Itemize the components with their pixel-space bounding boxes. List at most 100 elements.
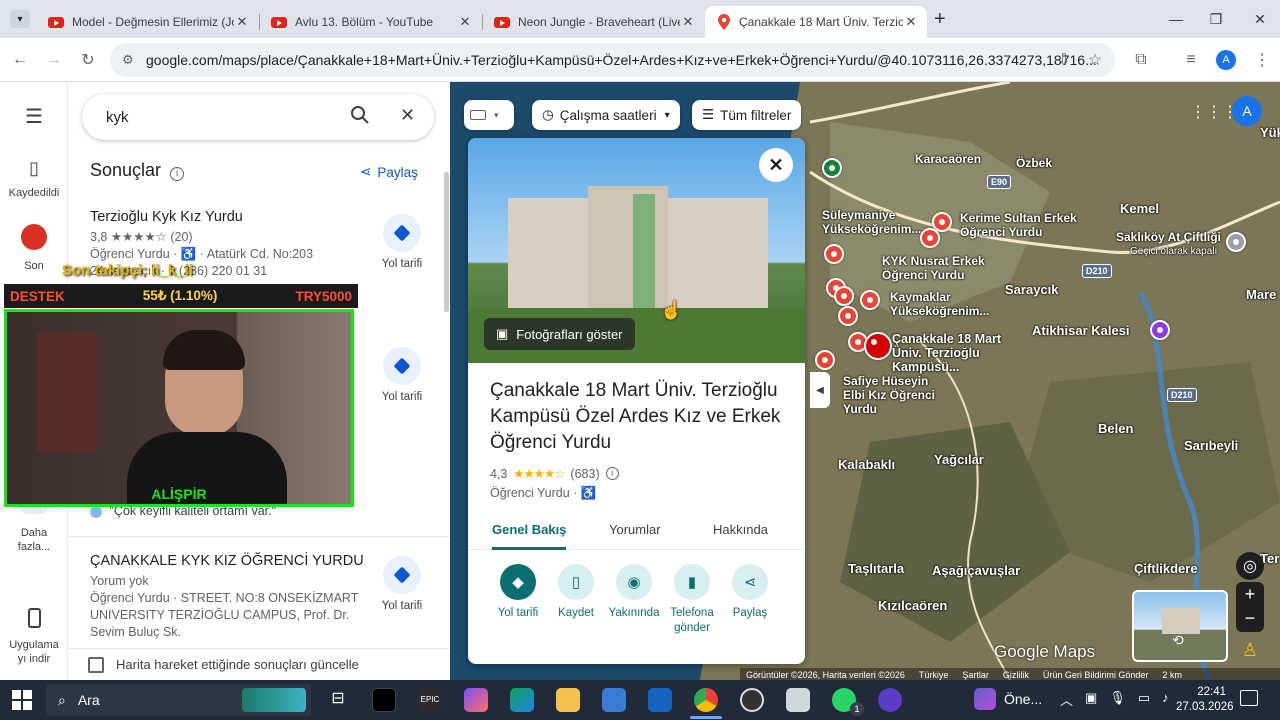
restore-icon[interactable]: ❐ xyxy=(1194,0,1238,38)
site-info-icon[interactable]: ⚙ xyxy=(122,52,134,68)
volume-icon[interactable]: ♪ xyxy=(1162,690,1169,709)
share-results-button[interactable]: ⋖ Paylaş xyxy=(360,164,418,180)
copilot-icon[interactable] xyxy=(464,688,488,712)
zoom-in-icon[interactable]: + xyxy=(1236,582,1264,606)
tray-app-icon[interactable]: ▣ xyxy=(1085,690,1097,709)
search-input[interactable]: kyk xyxy=(106,109,129,126)
taskbar-search[interactable]: ⌕ Ara xyxy=(46,684,311,716)
street-view-thumbnail[interactable]: ⟲ xyxy=(1132,590,1228,662)
menu-dots-icon[interactable]: ⋮ xyxy=(1252,50,1272,70)
hours-filter-chip[interactable]: ◷ Çalışma saatleri ▾ xyxy=(532,100,680,130)
map-layer-toggle[interactable]: ▾ xyxy=(464,100,514,130)
scale-label[interactable]: 2 km xyxy=(1162,670,1182,680)
search-icon[interactable] xyxy=(350,105,370,125)
park-pin[interactable] xyxy=(822,158,842,178)
tab-google-maps[interactable]: Çanakkale 18 Mart Üniv. Terziog ✕ xyxy=(705,6,927,38)
discord-like-icon[interactable] xyxy=(878,688,902,712)
close-window-icon[interactable]: ✕ xyxy=(1238,0,1280,38)
terms-link[interactable]: Şartlar xyxy=(962,670,989,680)
notification-icon[interactable] xyxy=(1240,690,1258,706)
map-region[interactable]: Türkiye xyxy=(919,670,949,680)
privacy-link[interactable]: Gizlilik xyxy=(1003,670,1029,680)
address-bar[interactable]: ⚙ google.com/maps/place/Çanakkale+18+Mar… xyxy=(110,43,1115,77)
store-icon[interactable] xyxy=(602,688,626,712)
feedback-link[interactable]: Ürün Geri Bildirimi Gönder xyxy=(1043,670,1149,680)
all-filters-chip[interactable]: ☰ Tüm filtreler xyxy=(692,100,802,130)
close-icon[interactable]: ✕ xyxy=(457,14,473,30)
dormitory-pin[interactable] xyxy=(834,286,854,306)
pegman-icon[interactable]: ♙ xyxy=(1240,640,1260,664)
microphone-icon[interactable]: 🎙︎ xyxy=(1109,690,1126,709)
directions-button-2[interactable]: Yol tarifi xyxy=(371,347,433,403)
outlook-icon[interactable] xyxy=(648,688,672,712)
tab-overview[interactable]: Genel Bakış xyxy=(492,522,566,537)
calculator-icon[interactable] xyxy=(786,688,810,712)
task-view-icon[interactable]: ⊟ xyxy=(326,688,350,712)
review-count[interactable]: (683) xyxy=(570,467,599,481)
recent-button[interactable]: Son xyxy=(0,224,68,272)
account-avatar[interactable]: A xyxy=(1232,96,1262,126)
saved-button[interactable]: ▯ Kaydedildi xyxy=(0,158,68,199)
tab-search-icon[interactable]: ▾ xyxy=(10,10,30,28)
search-box[interactable]: kyk ✕ xyxy=(82,94,434,140)
place-photo[interactable]: ▣ Fotoğrafları göster ✕ xyxy=(468,138,805,363)
forward-icon[interactable]: → xyxy=(44,50,64,70)
landmark-pin[interactable] xyxy=(1150,320,1170,340)
dormitory-pin[interactable] xyxy=(824,244,844,264)
tab-youtube-3[interactable]: Neon Jungle - Braveheart (Live ✕ xyxy=(482,6,704,38)
start-icon[interactable] xyxy=(12,690,32,710)
tab-about[interactable]: Hakkında xyxy=(713,522,768,537)
directions-button-1[interactable]: Yol tarifi xyxy=(371,214,433,270)
back-icon[interactable]: ← xyxy=(10,50,30,70)
network-icon[interactable]: ▭ xyxy=(1138,690,1150,709)
clear-search-icon[interactable]: ✕ xyxy=(400,105,415,126)
dormitory-pin[interactable] xyxy=(838,306,858,326)
tab-youtube-1[interactable]: Model - Değmesin Ellerimiz (Jo ✕ xyxy=(36,6,258,38)
apps-grid-icon[interactable]: ⋮⋮⋮ xyxy=(1190,102,1238,122)
install-app-icon[interactable]: ⇩ xyxy=(1054,50,1074,70)
tiktok-icon[interactable] xyxy=(372,688,396,712)
result-item-canakkale-kyk-kiz[interactable]: ÇANAKKALE KYK KIZ ÖĞRENCİ YURDU Yorum yo… xyxy=(90,553,390,641)
send-to-phone-action[interactable]: ▮ Telefona gönder xyxy=(659,564,725,636)
nearby-action[interactable]: ◉ Yakınında xyxy=(601,564,667,621)
directions-button-3[interactable]: Yol tarifi xyxy=(371,556,433,612)
show-photos-button[interactable]: ▣ Fotoğrafları göster xyxy=(484,318,635,350)
share-action[interactable]: ⋖ Paylaş xyxy=(717,564,783,621)
my-location-icon[interactable]: ◎ xyxy=(1236,552,1264,580)
dormitory-pin[interactable] xyxy=(860,290,880,310)
minimize-icon[interactable]: — xyxy=(1154,0,1198,38)
obs-icon[interactable] xyxy=(740,688,764,712)
results-scrollbar[interactable] xyxy=(444,172,449,312)
close-icon[interactable]: ✕ xyxy=(680,14,696,30)
dormitory-pin[interactable] xyxy=(920,228,940,248)
tab-reviews[interactable]: Yorumlar xyxy=(609,522,661,537)
tray-chevron-icon[interactable]: ︿ xyxy=(1060,690,1073,709)
close-icon[interactable]: ✕ xyxy=(234,14,250,30)
extensions-icon[interactable]: ⧉ xyxy=(1131,50,1151,70)
clock[interactable]: 22:41 27.03.2026 xyxy=(1176,685,1234,715)
update-results-checkbox[interactable] xyxy=(88,656,104,673)
info-icon[interactable]: i xyxy=(170,167,185,181)
collapse-panel-button[interactable]: ◀ xyxy=(810,372,830,408)
media-control-icon[interactable]: ≡ xyxy=(1181,50,1201,70)
close-card-button[interactable]: ✕ xyxy=(759,148,793,182)
new-tab-icon[interactable]: + xyxy=(934,8,946,31)
chrome-icon[interactable] xyxy=(694,688,718,712)
file-explorer-icon[interactable] xyxy=(556,688,580,712)
get-app-button[interactable]: Uygulama yı indir xyxy=(0,608,68,666)
close-icon[interactable]: ✕ xyxy=(903,14,919,30)
directions-action[interactable]: ◆ Yol tarifi xyxy=(485,564,551,621)
epic-games-icon[interactable]: EPIC xyxy=(418,688,442,712)
selected-place-pin[interactable] xyxy=(864,332,892,360)
save-action[interactable]: ▯ Kaydet xyxy=(543,564,609,621)
tab-youtube-2[interactable]: Avlu 13. Bölüm - YouTube ✕ xyxy=(259,6,481,38)
info-icon[interactable]: i xyxy=(605,467,619,480)
pinned-app-button[interactable]: Öne... xyxy=(974,688,1042,710)
profile-avatar[interactable]: A xyxy=(1216,50,1236,70)
hamburger-menu-icon[interactable]: ☰ xyxy=(0,104,68,129)
dormitory-pin[interactable] xyxy=(815,350,835,370)
zoom-out-icon[interactable]: − xyxy=(1236,606,1264,630)
reload-icon[interactable]: ↻ xyxy=(78,50,98,70)
edge-icon[interactable] xyxy=(510,688,534,712)
closed-place-pin[interactable] xyxy=(1226,232,1246,252)
